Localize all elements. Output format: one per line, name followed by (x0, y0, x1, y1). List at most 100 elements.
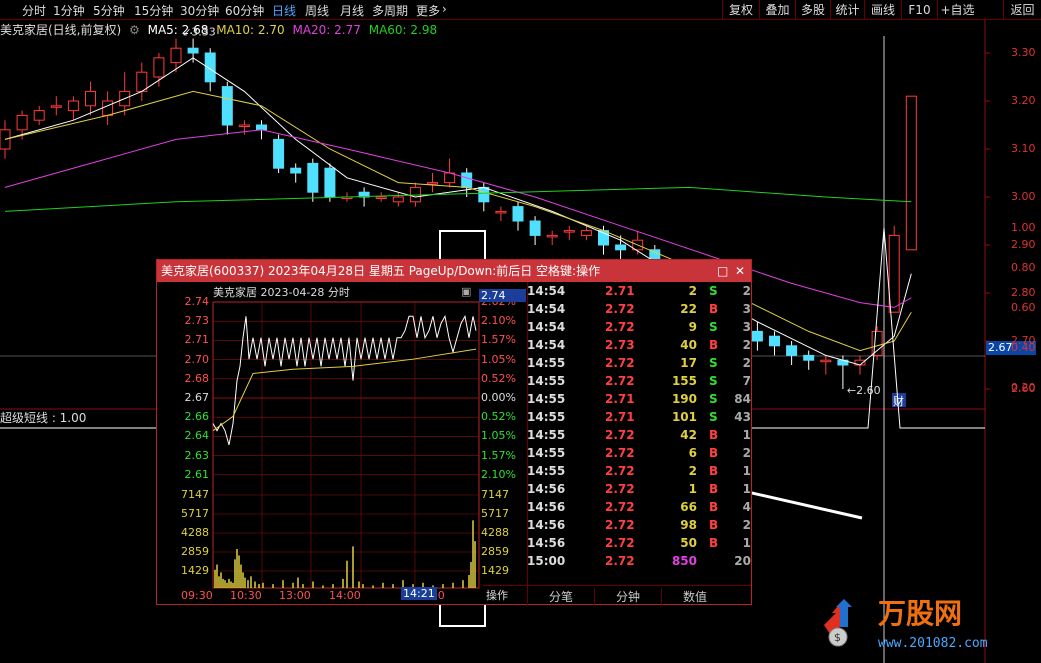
tick-cell: 50 (680, 536, 697, 550)
cursor-time-tag: 14:21 (401, 587, 437, 600)
tick-cell: 15:00 (527, 554, 566, 568)
tick-cell: 2.73 (605, 338, 635, 352)
indicator-title: 超级短线 : 1.00 (0, 411, 87, 425)
vol-axis-label-right: 7147 (481, 488, 509, 501)
toolbar-button-1[interactable]: 叠加 (759, 0, 795, 20)
popup-tab-2[interactable]: 数值 (661, 588, 728, 605)
vol-axis-label: 4288 (181, 526, 209, 539)
maximize-icon[interactable]: □ (717, 260, 728, 282)
period-tab-9[interactable]: 多周期 (372, 2, 408, 19)
tick-row: 14:56 2.72 1 B 1 (527, 482, 751, 500)
tick-cell: 20 (734, 554, 751, 568)
main-axis-label: 3.00 (1011, 190, 1036, 203)
period-tab-8[interactable]: 月线 (340, 2, 364, 19)
more-chevron-icon[interactable]: › (442, 2, 447, 16)
candle-body (769, 335, 780, 347)
main-axis-label: 2.90 (1011, 238, 1036, 251)
vol-axis-label: 1429 (181, 564, 209, 577)
tick-cell: B (709, 338, 719, 352)
candle-body (529, 220, 541, 236)
candle-body (153, 57, 165, 78)
indicator-axis-label: 0.80 (1011, 261, 1036, 274)
tick-cell: 2.72 (605, 482, 635, 496)
toolbar-button-0[interactable]: 复权 (722, 0, 759, 20)
candle-body (905, 95, 917, 251)
candle-body (786, 345, 798, 356)
time-axis-label: 13:00 (279, 589, 311, 602)
indicator-axis-label: 0.60 (1011, 301, 1036, 314)
candle-body (580, 230, 592, 236)
pct-axis-label: 2.10% (481, 467, 516, 481)
candle-body (803, 354, 815, 361)
tick-cell: 2.72 (605, 374, 635, 388)
period-tab-1[interactable]: 1分钟 (53, 2, 85, 19)
tick-cell: 14:56 (527, 518, 566, 532)
tick-row: 14:56 2.72 50 B 1 (527, 536, 751, 554)
close-icon[interactable]: ✕ (735, 260, 745, 282)
tick-divider (527, 282, 528, 604)
candle-body (187, 47, 199, 54)
cursor-price-tag: 2.74 (479, 289, 526, 302)
period-tab-3[interactable]: 15分钟 (134, 2, 173, 19)
toolbar-button-4[interactable]: 画线 (864, 0, 901, 20)
period-tab-4[interactable]: 30分钟 (180, 2, 219, 19)
tick-row: 15:00 2.72 850 20 (527, 554, 751, 572)
tick-cell: 14:54 (527, 320, 566, 334)
toolbar-button-3[interactable]: 统计 (830, 0, 864, 20)
tick-cell: 3 (742, 320, 751, 334)
tick-cell: 14:54 (527, 338, 566, 352)
period-tab-6[interactable]: 日线 (272, 2, 296, 19)
price-axis-label: 2.67 (184, 391, 210, 404)
popup-chart-title: 美克家居 2023-04-28 分时 (213, 286, 350, 299)
tick-cell: 14:56 (527, 536, 566, 550)
candle-body (204, 52, 216, 83)
candle-body (256, 124, 267, 131)
vol-axis-label: 7147 (181, 488, 209, 501)
candle-body (290, 167, 302, 174)
tick-row: 14:55 2.72 42 B 1 (527, 428, 751, 446)
tick-cell: 2.72 (605, 518, 635, 532)
tick-cell: 1 (742, 536, 751, 550)
candle-body (324, 167, 336, 198)
tick-row: 14:55 2.72 2 B 1 (527, 464, 751, 482)
pct-axis-label: 1.05% (481, 429, 516, 443)
candle-body (307, 162, 319, 193)
popup-titlebar[interactable]: 美克家居(600337) 2023年04月28日 星期五 PageUp/Down… (157, 260, 751, 282)
period-tab-0[interactable]: 分时 (22, 2, 46, 19)
tick-cell: S (709, 374, 718, 388)
candle-body (478, 186, 490, 203)
candle-body (751, 330, 763, 342)
price-axis-label: 2.64 (184, 429, 210, 443)
popup-tab-1[interactable]: 分钟 (594, 588, 661, 605)
vol-axis-label: 2859 (181, 545, 209, 558)
intraday-chart[interactable] (157, 282, 527, 604)
logo-name: 万股网 (878, 597, 962, 630)
candle-body (85, 90, 96, 107)
price-axis-label: 2.71 (184, 333, 210, 347)
intraday-popup[interactable]: 美克家居(600337) 2023年04月28日 星期五 PageUp/Down… (156, 259, 752, 605)
candle-body (888, 234, 900, 313)
popup-tab-0[interactable]: 分笔 (527, 588, 594, 605)
tick-cell: S (709, 320, 718, 334)
price-axis-label: 2.63 (184, 448, 210, 462)
candle-body (392, 196, 404, 203)
period-tab-5[interactable]: 60分钟 (225, 2, 264, 19)
tick-cell: 101 (671, 410, 697, 424)
tick-cell: 2 (688, 464, 697, 478)
tick-row: 14:55 2.72 17 S 2 (527, 356, 751, 374)
period-tab-7[interactable]: 周线 (305, 2, 329, 19)
toolbar-button-7[interactable]: 返回 (1003, 0, 1041, 20)
tick-cell: 6 (688, 446, 697, 460)
tick-cell: 14:55 (527, 464, 566, 478)
tick-cell: 3 (742, 302, 751, 316)
toolbar-button-6[interactable]: +自选 (937, 0, 977, 20)
tick-row: 14:55 2.71 101 S 43 (527, 410, 751, 428)
tick-cell: 14:55 (527, 410, 566, 424)
period-tab-10[interactable]: 更多 (416, 2, 440, 19)
vol-axis-label-right: 4288 (481, 526, 509, 539)
price-axis-label: 2.70 (184, 352, 210, 366)
popup-chart-icon[interactable]: ▣ (461, 285, 471, 298)
toolbar-button-5[interactable]: F10 (901, 0, 937, 20)
toolbar-button-2[interactable]: 多股 (795, 0, 830, 20)
period-tab-2[interactable]: 5分钟 (93, 2, 125, 19)
